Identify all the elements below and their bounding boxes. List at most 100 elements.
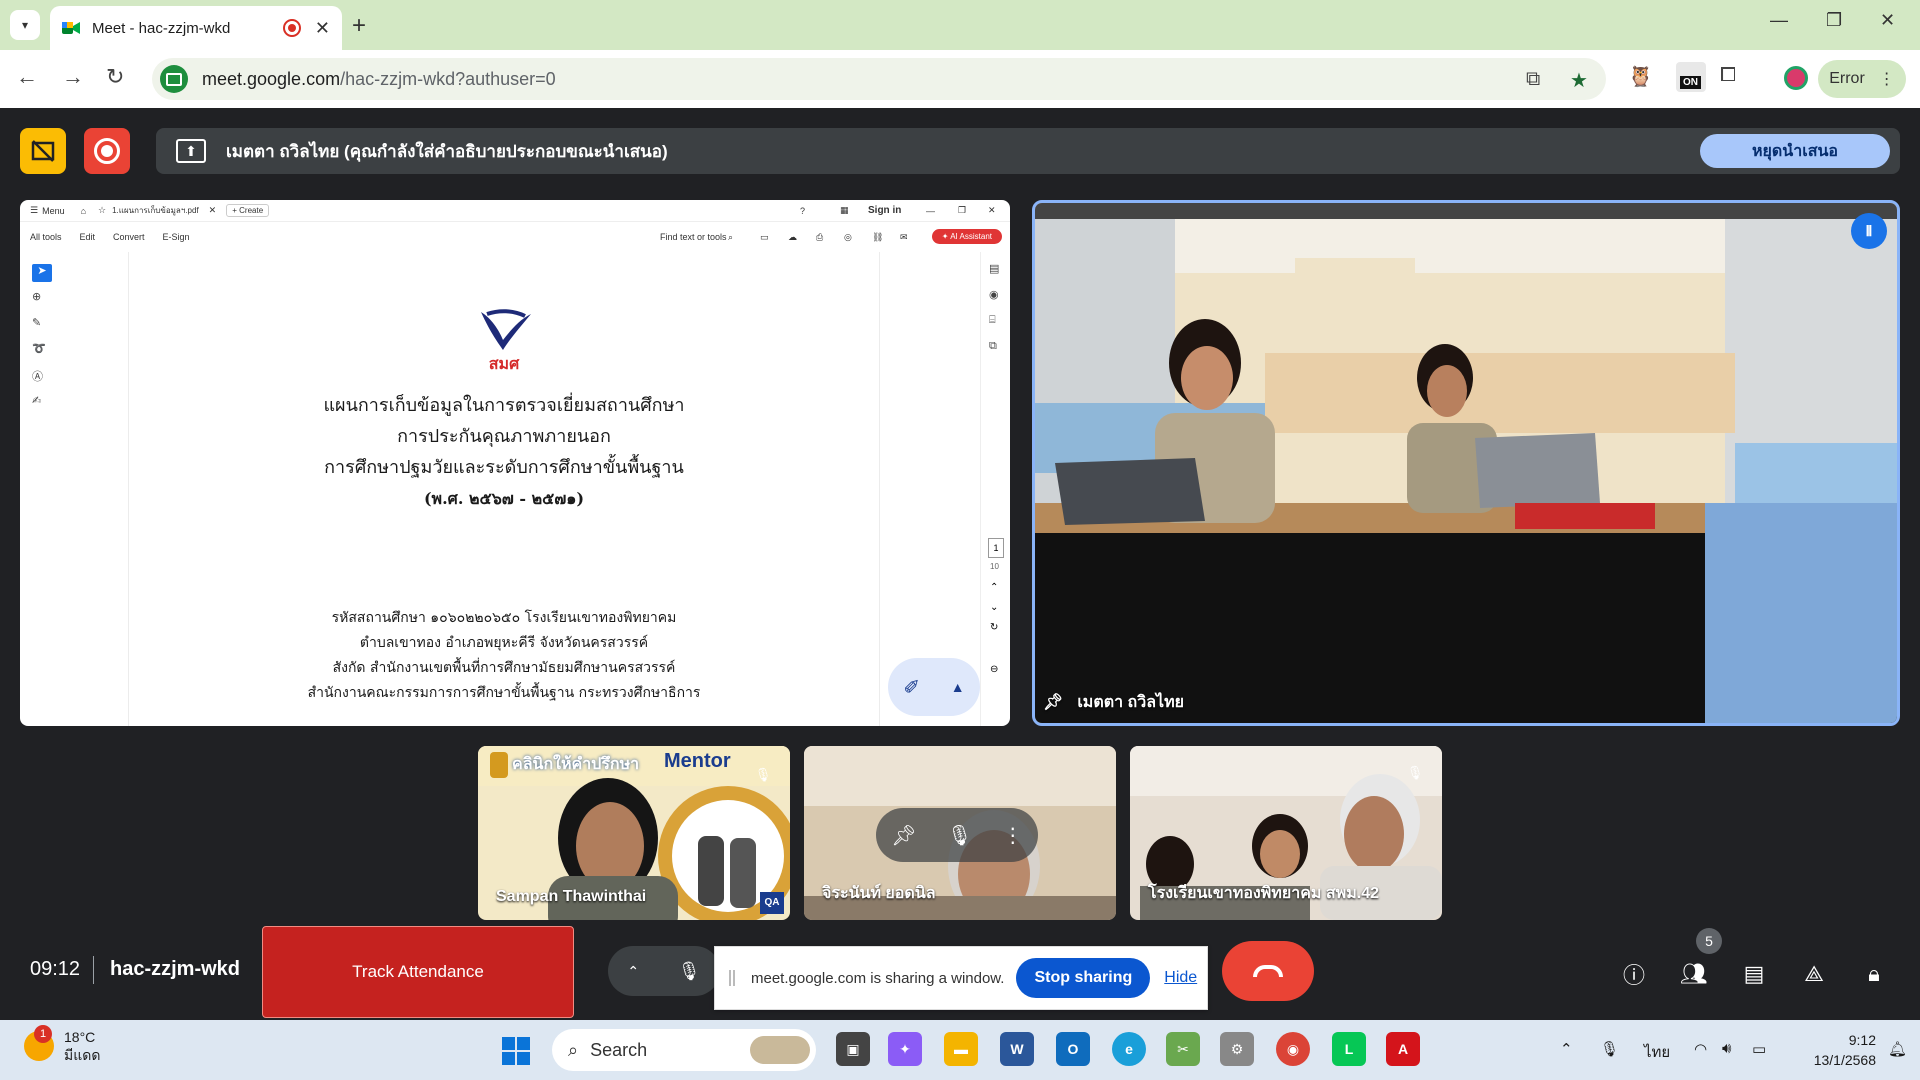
pdf-minimize-icon[interactable]: —	[926, 206, 935, 216]
outlook-icon[interactable]: O	[1056, 1032, 1090, 1066]
file-tab-close-icon[interactable]: ✕	[209, 205, 217, 216]
taskbar-search[interactable]: ⌕ Search	[552, 1029, 816, 1071]
track-attendance-button[interactable]: Track Attendance	[262, 926, 574, 1018]
pdf-file-tab[interactable]: 1.แผนการเก็บข้อมูลฯ.pdf	[112, 204, 199, 217]
edge-icon[interactable]: e	[1112, 1032, 1146, 1066]
print-icon[interactable]: ⎙	[816, 232, 823, 243]
forward-icon[interactable]: →	[62, 64, 84, 90]
stop-presenting-button[interactable]: หยุดนำเสนอ	[1700, 134, 1890, 168]
annotation-expand-icon[interactable]: ▲	[951, 679, 965, 695]
text-select-icon[interactable]: Ⓐ	[32, 368, 52, 386]
profile-error-button[interactable]: Error ⋮	[1818, 60, 1906, 98]
annotation-toggle-icon[interactable]	[20, 128, 66, 174]
main-speaker-video[interactable]: ⦀ 📌︎ เมตตา ถวิลไทย	[1032, 200, 1900, 726]
pdf-restore-icon[interactable]: ❐	[958, 205, 966, 216]
microphone-icon[interactable]: 🎙︎	[678, 961, 701, 982]
screen-record-extension-icon[interactable]: ON	[1676, 62, 1706, 92]
select-tool-icon[interactable]: ➤	[32, 264, 52, 282]
home-icon[interactable]: ⌂	[81, 206, 86, 216]
page-number-box[interactable]: 1	[988, 538, 1004, 558]
create-button[interactable]: + Create	[226, 204, 270, 217]
drag-handle-icon[interactable]	[729, 970, 735, 986]
comment-icon[interactable]: ▤	[989, 262, 1010, 278]
participant-tile-jiranan[interactable]: 📌︎ 🎙︎ ⋮ จิระนันท์ ยอดนิล	[804, 746, 1116, 920]
acrobat-icon[interactable]: A	[1386, 1032, 1420, 1066]
tool-convert[interactable]: Convert	[113, 232, 145, 242]
host-controls-lock-icon[interactable]: 🔒︎	[1856, 956, 1892, 992]
battery-icon[interactable]: ▭	[1752, 1040, 1766, 1058]
tool-esign[interactable]: E-Sign	[163, 232, 190, 242]
owl-extension-icon[interactable]: 🦉	[1628, 64, 1653, 89]
menu-icon[interactable]: ☰	[30, 205, 38, 216]
participant-tile-sampan[interactable]: คลินิกให้คำปรึกษา Mentor QA 🎙︎ Sampan Th…	[478, 746, 790, 920]
site-info-icon[interactable]	[160, 65, 188, 93]
meeting-info-icon[interactable]: ⓘ	[1616, 956, 1652, 992]
restore-icon[interactable]: ❐	[1826, 10, 1842, 31]
tab-close-icon[interactable]: ✕	[315, 18, 330, 39]
chrome-icon[interactable]: ◉	[1276, 1032, 1310, 1066]
word-icon[interactable]: W	[1000, 1032, 1034, 1066]
input-language[interactable]: ไทย	[1644, 1040, 1670, 1064]
star-icon[interactable]: ☆	[98, 205, 106, 216]
stamp-tool-icon[interactable]: ✍	[32, 394, 52, 412]
apps-grid-icon[interactable]: ▦	[840, 205, 849, 216]
layers-icon[interactable]: ◉	[989, 288, 1010, 304]
chevron-up-icon[interactable]: ⌃	[627, 963, 639, 980]
new-tab-icon[interactable]: +	[352, 12, 366, 40]
notification-icon[interactable]: 🔔︎	[1888, 1040, 1907, 1058]
page-down-icon[interactable]: ⌄	[990, 602, 998, 613]
find-tools-input[interactable]: Find text or tools	[660, 232, 727, 242]
profile-avatar[interactable]	[1784, 66, 1808, 90]
zoom-tool-icon[interactable]: ⊕	[32, 290, 52, 308]
pdf-close-icon[interactable]: ✕	[988, 205, 996, 216]
tab-search-chevron-icon[interactable]: ▾	[10, 10, 40, 40]
task-view-icon[interactable]: ▣	[836, 1032, 870, 1066]
tab-meet[interactable]: Meet - hac-zzjm-wkd ✕	[50, 6, 342, 50]
file-explorer-icon[interactable]: ▬	[944, 1032, 978, 1066]
system-clock[interactable]: 9:12 13/1/2568	[1796, 1030, 1876, 1070]
link-icon[interactable]: ⛓	[872, 232, 883, 243]
sign-in-link[interactable]: Sign in	[868, 205, 901, 216]
copilot-icon[interactable]: ✦	[888, 1032, 922, 1066]
page-up-icon[interactable]: ⌃	[990, 582, 998, 593]
tray-chevron-icon[interactable]: ⌃	[1560, 1040, 1573, 1058]
participant-tile-school[interactable]: 🎙︎ โรงเรียนเขาทองพิทยาคม สพม.42	[1130, 746, 1442, 920]
save-icon[interactable]: ▭	[760, 232, 769, 243]
email-icon[interactable]: ✉	[900, 232, 908, 243]
extensions-puzzle-icon[interactable]: ⧠	[1720, 64, 1736, 87]
annotation-pen-icon[interactable]: ✐	[903, 675, 920, 700]
rotate-icon[interactable]: ↻	[990, 622, 998, 633]
minimize-icon[interactable]: —	[1770, 10, 1788, 31]
pen-tool-icon[interactable]: ✎	[32, 316, 52, 334]
address-bar[interactable]: meet.google.com/hac-zzjm-wkd?authuser=0 …	[152, 58, 1606, 100]
translate-icon[interactable]: ⧉	[1526, 68, 1540, 91]
pdf-menu[interactable]: Menu	[42, 206, 65, 216]
leave-call-button[interactable]	[1222, 941, 1314, 1001]
participant-more-icon[interactable]: ⋮	[1003, 823, 1023, 848]
hide-link[interactable]: Hide	[1164, 969, 1197, 987]
participant-mic-icon[interactable]: 🎙︎	[947, 823, 972, 848]
annotation-float-toolbar[interactable]: ✐ ▲	[888, 658, 980, 716]
search-doc-icon[interactable]: ◎	[844, 232, 852, 243]
tool-edit[interactable]: Edit	[80, 232, 96, 242]
pages-icon[interactable]: ⧉	[989, 340, 1010, 356]
back-icon[interactable]: ←	[16, 64, 38, 90]
snipping-tool-icon[interactable]: ✂	[1166, 1032, 1200, 1066]
find-search-icon[interactable]: ⌕	[728, 232, 733, 243]
tray-mic-icon[interactable]: 🎙︎	[1600, 1040, 1619, 1058]
volume-icon[interactable]: 🔊︎	[1722, 1040, 1731, 1057]
bookmark-icon[interactable]: ⌸	[989, 314, 1010, 330]
windows-start-icon[interactable]	[502, 1037, 530, 1065]
shared-screen-pdf[interactable]: ☰ Menu ⌂ ☆ 1.แผนการเก็บข้อมูลฯ.pdf ✕ + C…	[20, 200, 1010, 726]
wifi-icon[interactable]: ◠	[1694, 1040, 1707, 1058]
activities-icon[interactable]: ⟁	[1796, 956, 1832, 992]
recording-icon[interactable]	[84, 128, 130, 174]
system-app-icon[interactable]: ⚙	[1220, 1032, 1254, 1066]
people-icon[interactable]: 👥︎	[1676, 956, 1712, 992]
line-app-icon[interactable]: L	[1332, 1032, 1366, 1066]
bookmark-star-icon[interactable]: ★	[1570, 68, 1588, 93]
window-close-icon[interactable]: ✕	[1880, 10, 1895, 31]
tool-all-tools[interactable]: All tools	[30, 232, 62, 242]
zoom-out-icon[interactable]: ⊖	[990, 664, 998, 675]
reload-icon[interactable]: ↻	[106, 64, 124, 90]
